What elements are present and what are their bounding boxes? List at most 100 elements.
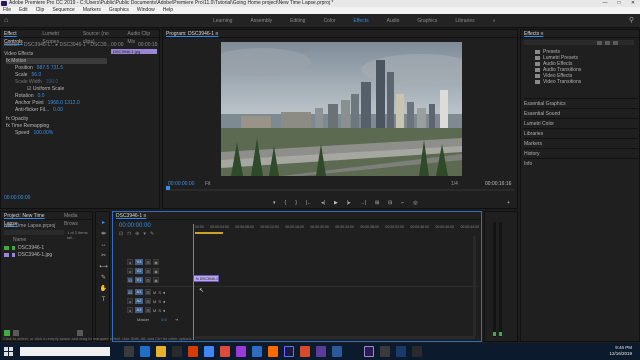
system-clock[interactable]: 9:46 PM 12/16/2019 [609, 345, 632, 357]
play-button[interactable]: ▶ [334, 200, 338, 206]
powerpoint-icon[interactable] [300, 346, 310, 357]
effect-row-anti-flicker[interactable]: Anti-flicker Fil... 0.00 [15, 107, 63, 113]
go-to-out-button[interactable]: →| [360, 200, 366, 206]
solo-left-button[interactable] [493, 332, 496, 336]
sync-lock-icon[interactable]: ⊞ [145, 307, 151, 313]
track-header-a2[interactable]: a A2 ⊞ M S ● [127, 297, 193, 305]
panel-info[interactable]: Info [524, 158, 638, 168]
source-patch-a1[interactable]: A1 [127, 289, 133, 295]
home-icon[interactable]: ⌂ [4, 17, 12, 24]
program-current-timecode[interactable]: 00:00:00:00 [168, 181, 194, 187]
track-header-v2[interactable]: a V2 ⊞ ◉ [127, 267, 193, 275]
tab-effects[interactable]: Effects ≡ [524, 30, 544, 37]
menu-sequence[interactable]: Sequence [52, 7, 75, 14]
insert-nest-icon[interactable]: ⊡ [119, 231, 123, 237]
clip-breadcrumb[interactable]: Master * DSC3946-1... ▸ DSC3946-1 * DSC3… [4, 42, 111, 48]
app-icon[interactable] [236, 346, 246, 357]
panel-lumetri-color[interactable]: Lumetri Color [524, 118, 638, 128]
minimize-button[interactable]: — [598, 0, 612, 7]
hand-tool-icon[interactable]: ✋ [99, 286, 108, 293]
maximize-button[interactable]: □ [612, 0, 626, 7]
menu-clip[interactable]: Clip [36, 7, 45, 14]
effect-row-position[interactable]: Position 987.5 731.5 [15, 65, 63, 71]
yuv-effects-icon[interactable] [613, 41, 618, 45]
tab-audio-clip-mixer[interactable]: Audio Clip Mix [127, 30, 159, 45]
track-id[interactable]: V2 [135, 268, 143, 274]
tab-source[interactable]: Source: (no clips) [83, 30, 122, 45]
firefox-icon[interactable] [268, 346, 278, 357]
photoshop-icon[interactable] [332, 346, 342, 357]
timeline-playhead[interactable] [193, 224, 194, 340]
sync-lock-icon[interactable]: ⊞ [145, 259, 151, 265]
zoom-fit-dropdown[interactable]: Fit [205, 181, 211, 187]
track-header-v1[interactable]: V1 V1 ⊞ ◉ [127, 276, 193, 284]
voiceover-icon[interactable]: ● [163, 308, 165, 313]
track-header-a1[interactable]: A1 A1 ⊞ M S ● [127, 288, 193, 296]
workspace-more-button[interactable]: » [484, 14, 505, 28]
taskbar-search-box[interactable] [20, 347, 110, 356]
column-name-header[interactable]: Name [13, 237, 26, 243]
sync-lock-icon[interactable]: ⊞ [145, 277, 151, 283]
app-icon-2[interactable] [380, 346, 390, 357]
comparison-view-button[interactable]: ◎ [413, 200, 417, 206]
resolution-dropdown[interactable]: 1/4 [451, 181, 458, 187]
pen-tool-icon[interactable]: ✎ [99, 275, 108, 282]
go-to-in-button[interactable]: |← [306, 200, 312, 206]
track-select-tool-icon[interactable]: ⇹ [99, 231, 108, 238]
track-header-a3[interactable]: a A3 ⊞ M S ● [127, 306, 193, 314]
panel-markers[interactable]: Markers [524, 138, 638, 148]
track-id[interactable]: V1 [135, 277, 143, 283]
panel-history[interactable]: History [524, 148, 638, 158]
menu-window[interactable]: Window [137, 7, 155, 14]
workspace-tab-graphics[interactable]: Graphics [408, 14, 446, 28]
track-header-v3[interactable]: a V3 ⊞ ◉ [127, 258, 193, 266]
after-effects-icon[interactable] [284, 346, 294, 357]
add-marker-button[interactable]: ▾ [273, 200, 276, 206]
lift-button[interactable]: ⊞ [375, 200, 379, 206]
work-area-bar[interactable] [195, 232, 223, 234]
button-editor-plus[interactable]: + [507, 200, 510, 206]
ripple-edit-tool-icon[interactable]: ↔ [99, 242, 108, 249]
effect-row-time-remapping[interactable]: fx Time Remapping [6, 123, 53, 129]
workspace-tab-editing[interactable]: Editing [281, 14, 314, 28]
panel-libraries[interactable]: Libraries [524, 128, 638, 138]
eye-icon[interactable]: ◉ [153, 259, 159, 265]
workspace-tab-color[interactable]: Color [314, 14, 344, 28]
eye-icon[interactable]: ◉ [153, 277, 159, 283]
sync-lock-icon[interactable]: ⊞ [145, 298, 151, 304]
effect-row-rotation[interactable]: Rotation 0.0 [15, 93, 45, 99]
lock-icon[interactable]: a [127, 259, 133, 265]
tab-media-browser[interactable]: Media Brows [64, 212, 92, 227]
panel-essential-sound[interactable]: Essential Sound [524, 108, 638, 118]
chrome-icon[interactable] [204, 346, 214, 357]
workspace-tab-audio[interactable]: Audio [378, 14, 409, 28]
go-to-end-icon[interactable]: ⇥ [175, 317, 178, 322]
acrobat-icon[interactable] [220, 346, 230, 357]
app-icon-4[interactable] [412, 346, 422, 357]
lock-icon[interactable]: a [127, 307, 133, 313]
menu-graphics[interactable]: Graphics [109, 7, 129, 14]
timeline-vertical-scrollbar[interactable] [473, 236, 476, 336]
effect-row-scale[interactable]: Scale 56.0 [15, 72, 41, 78]
track-id[interactable]: V3 [135, 259, 143, 265]
menu-help[interactable]: Help [163, 7, 173, 14]
tab-effect-controls[interactable]: Effect Controls [4, 30, 36, 45]
timeline-timecode[interactable]: 00:00:00:00 [119, 223, 151, 229]
type-tool-icon[interactable]: T [99, 297, 108, 304]
solo-button[interactable]: S [158, 299, 161, 304]
tab-lumetri-scopes[interactable]: Lumetri Scopes [42, 30, 76, 45]
onenote-icon[interactable] [316, 346, 326, 357]
panel-essential-graphics[interactable]: Essential Graphics [524, 98, 638, 108]
extract-button[interactable]: ⊟ [388, 200, 392, 206]
effect-row-motion[interactable]: fx Motion [6, 58, 107, 64]
track-id[interactable]: A1 [135, 289, 143, 295]
solo-button[interactable]: S [158, 290, 161, 295]
uniform-scale-checkbox[interactable]: ☑ Uniform Scale [23, 86, 64, 92]
project-item-sequence[interactable]: DSC3946-1 [4, 245, 91, 251]
add-marker-icon[interactable]: ▾ [143, 231, 146, 237]
effect-controls-timecode[interactable]: 00:00:00:00 [4, 195, 30, 201]
task-view-icon[interactable] [124, 346, 134, 357]
export-frame-button[interactable]: ⌐ [401, 200, 404, 206]
sync-lock-icon[interactable]: ⊞ [145, 268, 151, 274]
office-icon[interactable] [188, 346, 198, 357]
